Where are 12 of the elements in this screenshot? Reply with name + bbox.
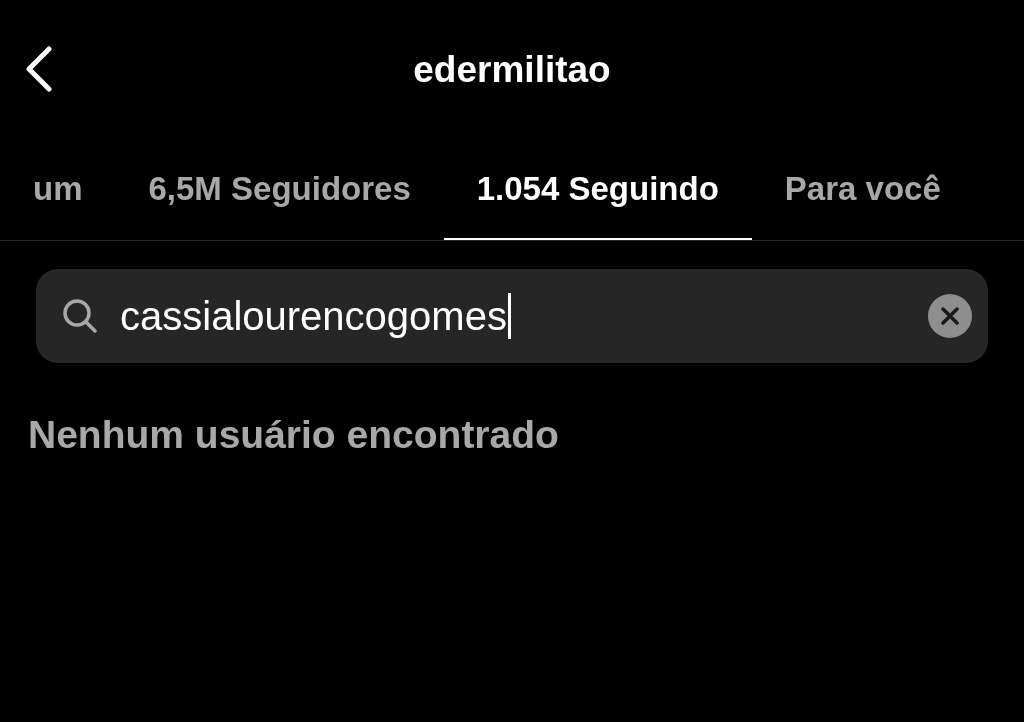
close-icon — [941, 307, 959, 325]
profile-tab[interactable]: 6,5M Seguidores — [115, 140, 444, 240]
search-text: cassialourencogomes — [120, 293, 507, 339]
no-results-message: Nenhum usuário encontrado — [28, 413, 560, 457]
profile-username: edermilitao — [413, 49, 611, 91]
search-icon — [62, 298, 98, 334]
profile-tab[interactable]: um — [0, 140, 116, 240]
clear-button[interactable] — [928, 294, 972, 338]
profile-tab[interactable]: Para você — [751, 140, 974, 240]
search-field[interactable]: cassialourencogomes — [36, 269, 988, 363]
back-icon — [24, 46, 54, 92]
profile-tab[interactable]: 1.054 Seguindo — [443, 140, 752, 240]
